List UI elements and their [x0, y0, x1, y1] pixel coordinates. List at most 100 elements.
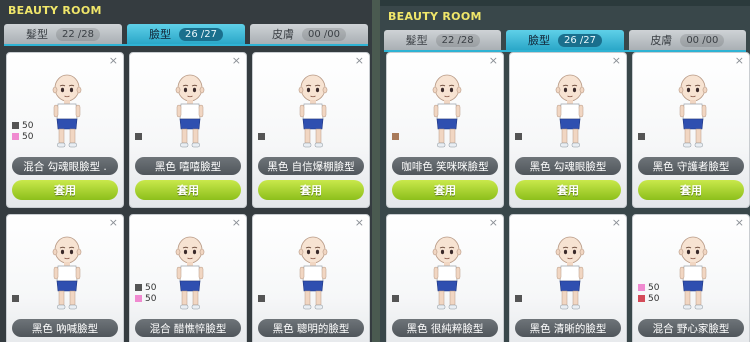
tab-label: 臉型	[149, 28, 171, 41]
color-swatch	[258, 133, 265, 140]
tab-hair[interactable]: 髮型 22 /28	[384, 30, 502, 50]
apply-button[interactable]: 套用	[515, 180, 621, 200]
tab-label: 皮膚	[650, 34, 673, 47]
color-swatch-row	[515, 131, 525, 142]
face-card[interactable]: × 50 50 混合 野心家臉型	[632, 214, 750, 342]
color-swatch	[135, 133, 142, 140]
color-swatch	[12, 122, 19, 129]
face-card[interactable]: × 黑色 很純粹臉型	[386, 214, 504, 342]
color-mix-legend	[12, 293, 22, 304]
close-icon[interactable]: ×	[489, 55, 498, 67]
character-preview	[550, 73, 590, 151]
color-swatch-row: 50	[638, 293, 659, 304]
character-preview	[673, 235, 713, 313]
character-preview	[550, 235, 590, 313]
swatch-ratio: 50	[145, 293, 157, 304]
color-mix-legend: 50 50	[638, 282, 659, 304]
beauty-room-window-right: BEAUTY ROOM 髮型 22 /28 臉型 26 /27 皮膚 00 /00 ×…	[380, 6, 750, 342]
color-swatch	[12, 133, 19, 140]
tab-underline	[4, 44, 368, 46]
tab-label: 髮型	[405, 34, 428, 47]
color-swatch	[638, 133, 645, 140]
apply-button[interactable]: 套用	[135, 180, 241, 200]
apply-button[interactable]: 套用	[392, 180, 498, 200]
color-swatch-row	[258, 131, 268, 142]
color-swatch-row: 50	[135, 293, 156, 304]
color-mix-legend	[638, 131, 648, 142]
close-icon[interactable]: ×	[612, 217, 621, 229]
face-card[interactable]: × 黑色 吶喊臉型	[6, 214, 124, 342]
tab-face[interactable]: 臉型 26 /27	[127, 24, 245, 44]
face-name-label: 黑色 守護者臉型	[638, 157, 744, 175]
face-card[interactable]: × 黑色 守護者臉型 套用	[632, 52, 750, 208]
close-icon[interactable]: ×	[355, 217, 364, 229]
swatch-ratio: 50	[22, 131, 34, 142]
color-mix-legend	[258, 293, 268, 304]
tab-skin[interactable]: 皮膚 00 /00	[628, 30, 746, 50]
apply-button[interactable]: 套用	[12, 180, 118, 200]
face-card[interactable]: × 50 50 混合 醋憔悴臉型	[129, 214, 247, 342]
character-preview	[293, 235, 333, 313]
color-swatch-row: 50	[638, 282, 659, 293]
color-swatch-row: 50	[135, 282, 156, 293]
close-icon[interactable]: ×	[232, 55, 241, 67]
face-card[interactable]: × 黑色 勾魂眼臉型 套用	[509, 52, 627, 208]
face-card[interactable]: × 咖啡色 笑咪咪臉型 套用	[386, 52, 504, 208]
color-mix-legend	[392, 131, 402, 142]
color-swatch-row	[135, 131, 145, 142]
face-name-label: 黑色 清晰的臉型	[515, 319, 621, 337]
color-swatch	[135, 295, 142, 302]
face-name-label: 咖啡色 笑咪咪臉型	[392, 157, 498, 175]
face-card[interactable]: × 黑色 清晰的臉型	[509, 214, 627, 342]
tab-skin[interactable]: 皮膚 00 /00	[250, 24, 368, 44]
tab-count: 26 /27	[179, 27, 223, 41]
close-icon[interactable]: ×	[232, 217, 241, 229]
color-mix-legend	[258, 131, 268, 142]
face-name-label: 黑色 很純粹臉型	[392, 319, 498, 337]
face-card[interactable]: × 黑色 嘻嘻臉型 套用	[129, 52, 247, 208]
color-swatch	[392, 295, 399, 302]
color-mix-legend	[515, 131, 525, 142]
character-preview	[170, 73, 210, 151]
color-mix-legend	[392, 293, 402, 304]
beauty-room-window-left: BEAUTY ROOM 髮型 22 /28 臉型 26 /27 皮膚 00 /00 ×…	[0, 0, 372, 342]
face-card[interactable]: × 黑色 聰明的臉型	[252, 214, 370, 342]
color-swatch-row	[12, 293, 22, 304]
character-preview	[170, 235, 210, 313]
close-icon[interactable]: ×	[355, 55, 364, 67]
color-swatch-row: 50	[12, 131, 33, 142]
tab-face[interactable]: 臉型 26 /27	[506, 30, 624, 50]
close-icon[interactable]: ×	[109, 55, 118, 67]
apply-button[interactable]: 套用	[258, 180, 364, 200]
color-mix-legend	[135, 131, 145, 142]
tab-count: 00 /00	[680, 33, 725, 47]
close-icon[interactable]: ×	[489, 217, 498, 229]
panel-divider	[372, 0, 380, 342]
color-swatch-row	[392, 293, 402, 304]
color-mix-legend: 50 50	[135, 282, 156, 304]
color-mix-legend: 50 50	[12, 120, 33, 142]
close-icon[interactable]: ×	[735, 217, 744, 229]
close-icon[interactable]: ×	[735, 55, 744, 67]
tab-count: 22 /28	[56, 27, 100, 41]
swatch-ratio: 50	[145, 282, 157, 293]
character-preview	[47, 235, 87, 313]
tab-label: 皮膚	[272, 28, 294, 41]
character-preview	[47, 73, 87, 151]
face-name-label: 黑色 吶喊臉型	[12, 319, 118, 337]
color-swatch	[135, 284, 142, 291]
apply-button[interactable]: 套用	[638, 180, 744, 200]
face-card[interactable]: × 50 50 混合 勾魂眼臉型 . 套用	[6, 52, 124, 208]
swatch-ratio: 50	[648, 293, 660, 304]
tab-hair[interactable]: 髮型 22 /28	[4, 24, 122, 44]
color-swatch-row	[392, 131, 402, 142]
face-name-label: 混合 勾魂眼臉型 .	[12, 157, 118, 175]
color-swatch-row	[515, 293, 525, 304]
character-preview	[427, 235, 467, 313]
character-preview	[427, 73, 467, 151]
face-card[interactable]: × 黑色 自信爆棚臉型 套用	[252, 52, 370, 208]
color-mix-legend	[515, 293, 525, 304]
face-name-label: 混合 野心家臉型	[638, 319, 744, 337]
close-icon[interactable]: ×	[612, 55, 621, 67]
close-icon[interactable]: ×	[109, 217, 118, 229]
